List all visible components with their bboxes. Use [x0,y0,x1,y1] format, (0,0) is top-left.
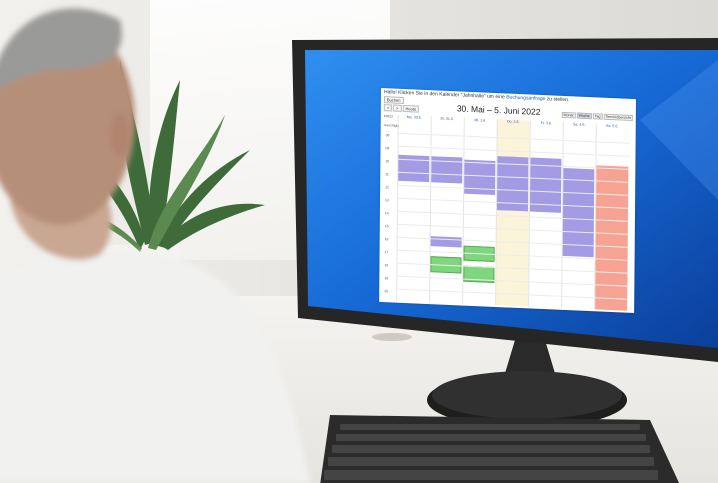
hour-label: 16 [384,237,389,242]
day-header: Mo. 30.5. [406,115,422,120]
calendar-event[interactable] [595,165,629,311]
booking-request-link[interactable]: Buchungsanfrage [506,94,545,102]
column-divider [429,116,432,303]
view-month[interactable]: Monat [561,111,576,119]
hour-label: 20 [384,289,389,294]
view-week[interactable]: Woche [576,112,592,120]
hour-label: 10 [385,159,390,164]
buchen-button[interactable]: Buchen [383,96,404,104]
day-header: Fr. 3.6. [540,120,552,126]
calendar-title: 30. Mai – 5. Juni 2022 [456,103,541,117]
column-divider [528,120,531,307]
day-header: Mi. 1.6. [474,118,487,123]
calendar-window: Hallo! Klicken Sie in den Kalender "Jahn… [379,88,636,314]
today-column [495,119,530,307]
view-day[interactable]: Tag [592,113,603,120]
hour-label: 15 [384,224,389,229]
hour-label: 11 [385,172,389,177]
week-number: KW22 [383,114,394,119]
today-button[interactable]: Heute [402,104,420,113]
view-agenda[interactable]: Terminübersicht [603,113,633,121]
day-header: Sa. 4.6. [573,122,586,127]
view-switcher: Monat Woche Tag Terminübersicht [561,111,633,121]
hour-label: 13 [385,198,389,203]
hour-label: 18 [384,263,389,268]
hour-label: 17 [384,250,389,255]
hour-label: 08 [385,133,390,138]
day-header: Do. 2.6. [506,119,520,125]
hour-label: 19 [384,276,389,281]
hour-label: 12 [385,185,389,190]
prev-button[interactable]: < [383,104,393,112]
column-divider [396,114,399,301]
keyboard [320,415,680,483]
photo-scene: Hallo! Klicken Sie in den Kalender "Jahn… [0,0,718,483]
next-button[interactable]: > [393,104,402,112]
greeting-suffix: zu stellen. [546,96,570,104]
person [0,8,310,483]
hour-label: 14 [384,211,389,216]
week-grid[interactable]: KW22 Ganztägig Mo. 30.5. Di. 31.5. Mi. 1… [382,114,630,311]
hour-label: 09 [385,146,390,151]
day-header: Di. 31.5. [440,116,454,122]
day-header: So. 5.6. [606,123,619,129]
calendar-nav: < > Heute [383,104,420,113]
